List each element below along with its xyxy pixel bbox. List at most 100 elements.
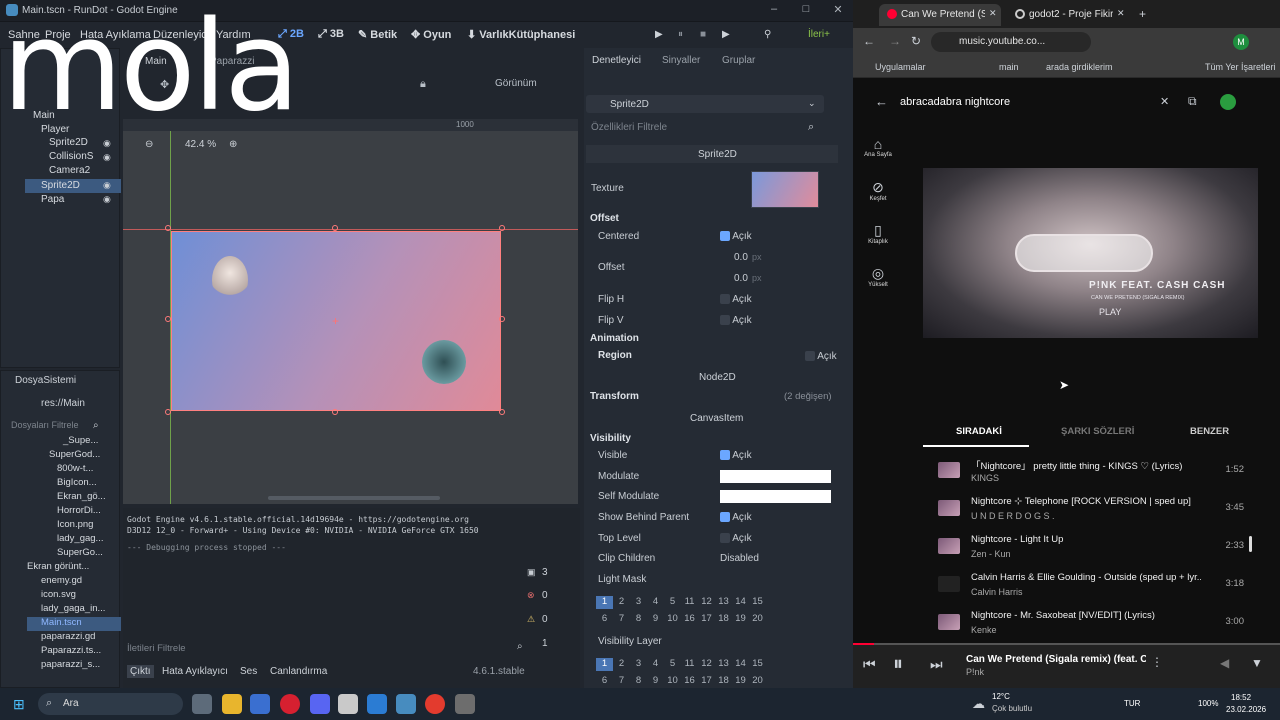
layer-cell[interactable]: 4 (647, 596, 664, 609)
next-icon[interactable]: ⏭ (930, 656, 943, 673)
resize-handle[interactable] (499, 409, 505, 415)
layer-cell[interactable]: 18 (715, 613, 732, 626)
view-menu[interactable]: Görünüm (495, 78, 537, 89)
inspector-filter[interactable]: Özellikleri Filtrele (591, 122, 667, 133)
layer-cell[interactable]: 7 (613, 613, 630, 626)
viewport-2d[interactable]: 1000 ⊖ 42.4 % ⊕ + (123, 119, 578, 504)
search-icon[interactable]: ⌕ (808, 121, 814, 134)
pause-icon[interactable]: ⏸ (678, 29, 683, 40)
tab-audio[interactable]: Ses (240, 666, 257, 677)
centered-checkbox[interactable]: Açık (720, 231, 752, 242)
file-item[interactable]: paparazzi_s... (27, 659, 121, 673)
file-item[interactable]: Ekran_gö... (27, 491, 121, 505)
zoom-level[interactable]: 42.4 % (185, 139, 216, 150)
top-level-checkbox[interactable]: Açık (720, 533, 752, 544)
stop-icon[interactable]: ■ (700, 29, 706, 40)
layer-cell[interactable]: 17 (698, 675, 715, 687)
resize-handle[interactable] (499, 316, 505, 322)
sprite-texture[interactable]: + (171, 231, 501, 411)
back-arrow-icon[interactable]: ← (875, 94, 888, 109)
tab-output[interactable]: Çıktı (127, 665, 154, 678)
profile-avatar[interactable]: M (1233, 34, 1249, 50)
bookmark-arada[interactable]: arada girdiklerim (1046, 62, 1113, 72)
visibility-eye-icon[interactable]: ◉ (103, 180, 111, 191)
queue-item[interactable]: Nightcore ⊹ Telephone [ROCK VERSION | sp… (934, 494, 1244, 530)
previous-icon[interactable]: ⏮ (863, 656, 876, 673)
layer-cell[interactable]: 6 (596, 675, 613, 687)
file-explorer-icon[interactable] (222, 694, 242, 714)
discord-icon[interactable] (310, 694, 330, 714)
layer-cell[interactable]: 8 (630, 675, 647, 687)
clear-search-icon[interactable]: ✕ (1160, 95, 1169, 108)
modulate-color[interactable] (720, 470, 831, 483)
forward-icon[interactable]: → (889, 34, 901, 48)
file-item[interactable]: paparazzi.gd (27, 631, 121, 645)
layer-cell[interactable]: 6 (596, 613, 613, 626)
scene-node-camera[interactable]: Camera2 (49, 165, 90, 179)
layer-cell[interactable]: 17 (698, 613, 715, 626)
nav-library[interactable]: ▯ Kitaplık (863, 222, 893, 245)
more-icon[interactable]: ⋮ (1151, 655, 1163, 669)
layer-cell[interactable]: 10 (664, 675, 681, 687)
resize-handle[interactable] (165, 409, 171, 415)
layer-cell[interactable]: 7 (613, 675, 630, 687)
layer-cell[interactable]: 15 (749, 596, 766, 609)
taskbar-search[interactable]: ⌕ Ara (38, 693, 183, 715)
new-tab-icon[interactable]: + (1139, 7, 1146, 21)
godot-icon[interactable] (396, 694, 416, 714)
texture-preview[interactable] (751, 171, 819, 208)
layer-cell[interactable]: 5 (664, 658, 681, 671)
queue-item[interactable]: Nightcore - Mr. Saxobeat [NV/EDIT] (Lyri… (934, 608, 1244, 644)
opera-icon[interactable] (280, 694, 300, 714)
scene-node-papa[interactable]: Papa (41, 194, 64, 208)
file-item[interactable]: BigIcon... (27, 477, 121, 491)
workspace-game[interactable]: ✥ Oyun (411, 28, 451, 41)
store-icon[interactable] (250, 694, 270, 714)
self-modulate-color[interactable] (720, 490, 831, 503)
layer-cell[interactable]: 3 (630, 596, 647, 609)
viewport-hscrollbar[interactable] (268, 496, 440, 500)
github-icon[interactable] (455, 694, 475, 714)
app-icon[interactable] (338, 694, 358, 714)
layer-cell[interactable]: 10 (664, 613, 681, 626)
section-animation[interactable]: Animation (590, 333, 639, 344)
clock-date[interactable]: 23.02.2026 (1226, 705, 1266, 714)
file-item[interactable]: lady_gaga_in... (27, 603, 121, 617)
file-item-selected[interactable]: Main.tscn (27, 617, 121, 631)
task-view-icon[interactable] (192, 694, 212, 714)
maximize-icon[interactable]: □ (794, 3, 818, 15)
search-query[interactable]: abracadabra nightcore (900, 96, 1010, 108)
address-bar[interactable]: music.youtube.co... (931, 32, 1091, 52)
renderer-select[interactable]: İleri+ (808, 29, 830, 40)
folder-item[interactable]: SuperGod... (27, 449, 121, 463)
file-item[interactable]: Ekran görünt... (27, 561, 121, 575)
play-scene-icon[interactable]: ▶ (722, 29, 730, 40)
layer-cell[interactable]: 20 (749, 675, 766, 687)
language-indicator[interactable]: TUR (1124, 699, 1140, 708)
layer-cell[interactable]: 12 (698, 596, 715, 609)
lock-icon[interactable]: 🔒︎ (420, 78, 426, 91)
resize-handle[interactable] (165, 225, 171, 231)
workspace-assetlib[interactable]: ⬇ VarlıkKütüphanesi (467, 28, 575, 41)
chrome-icon[interactable] (425, 694, 445, 714)
windows-start-icon[interactable]: ⊞ (13, 696, 25, 713)
error-count[interactable]: 0 (542, 590, 548, 601)
layer-cell[interactable]: 3 (630, 658, 647, 671)
layer-cell[interactable]: 13 (715, 658, 732, 671)
tab-up-next[interactable]: SIRADAKİ (956, 426, 1002, 437)
layer-cell[interactable]: 4 (647, 658, 664, 671)
offset-y-value[interactable]: 0.0 (734, 273, 748, 284)
zoom-in-icon[interactable]: ⊕ (229, 139, 237, 150)
cast-icon[interactable]: ⧉ (1188, 94, 1197, 109)
visibility-eye-icon[interactable]: ◉ (103, 194, 111, 205)
progress-track[interactable] (853, 643, 1280, 645)
flip-h-checkbox[interactable]: Açık (720, 294, 752, 305)
tab-inactive[interactable]: godot2 - Proje Fikirler... ✕ (1007, 4, 1129, 26)
tab-debugger[interactable]: Hata Ayıklayıcı (162, 666, 228, 677)
tab-animation[interactable]: Canlandırma (270, 666, 327, 677)
bookmark-apps[interactable]: Uygulamalar (875, 62, 926, 72)
show-behind-checkbox[interactable]: Açık (720, 512, 752, 523)
file-item[interactable]: Paparazzi.ts... (27, 645, 121, 659)
layer-cell[interactable]: 5 (664, 596, 681, 609)
clock-time[interactable]: 18:52 (1231, 693, 1251, 702)
